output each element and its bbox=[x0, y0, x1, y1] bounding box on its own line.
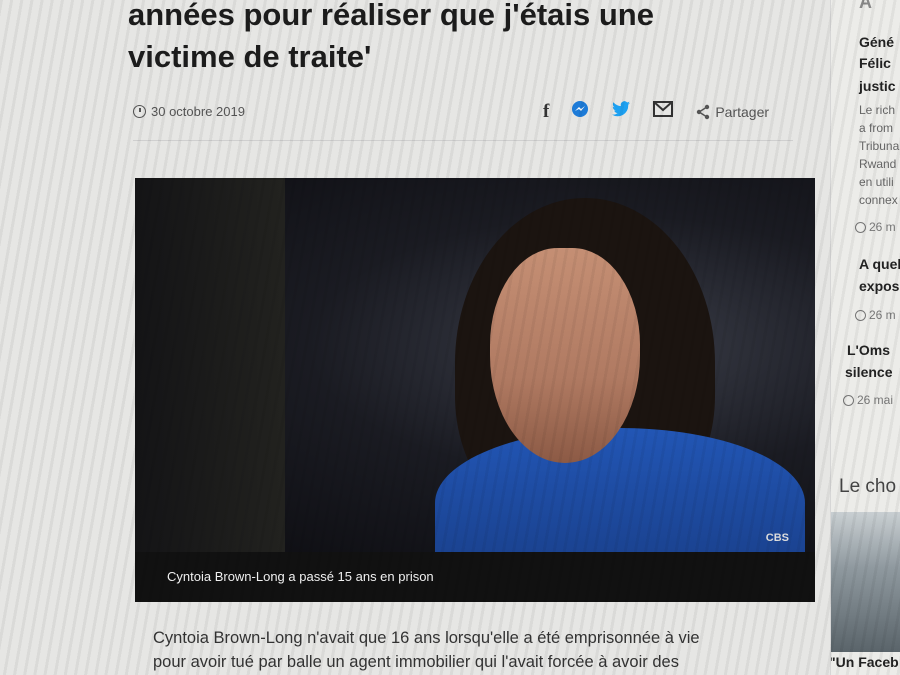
story2-time: 26 m bbox=[855, 308, 896, 322]
article-body: Cyntoia Brown-Long n'avait que 16 ans lo… bbox=[153, 626, 753, 674]
story1-snippet: en utili bbox=[859, 175, 894, 189]
share-label: Partager bbox=[715, 104, 770, 120]
story2-line1: A quel bbox=[859, 256, 900, 272]
article-meta: 30 octobre 2019 f Partager bbox=[133, 100, 813, 136]
story1-line2: Félic bbox=[859, 55, 891, 71]
clock-icon bbox=[133, 105, 146, 118]
clock-icon bbox=[855, 221, 866, 233]
story1-snippet: connex bbox=[859, 193, 898, 207]
facebook-icon[interactable]: f bbox=[543, 101, 549, 123]
share-button[interactable]: Partager bbox=[695, 104, 769, 120]
image-credit: CBS bbox=[765, 532, 789, 544]
article-main: années pour réaliser que j'étais une vic… bbox=[0, 0, 830, 675]
story1-snippet: Rwand bbox=[859, 157, 897, 171]
image-caption: Cyntoia Brown-Long a passé 15 ans en pri… bbox=[135, 552, 815, 602]
twitter-icon[interactable] bbox=[611, 100, 631, 124]
sidebar-thumb-title[interactable]: "Un Faceb bbox=[831, 654, 899, 670]
story3-line1: L'Oms bbox=[847, 342, 891, 358]
story1-line3: justic bbox=[859, 78, 896, 94]
clock-icon bbox=[855, 309, 866, 321]
sidebar-section-title: Le cho bbox=[839, 476, 897, 497]
story1-line1: Géné bbox=[859, 34, 895, 50]
story1-snippet: Tribuna bbox=[859, 139, 900, 153]
story3-line2: silence bbox=[845, 364, 893, 380]
article-figure: CBS Cyntoia Brown-Long a passé 15 ans en… bbox=[135, 178, 815, 602]
share-icon bbox=[697, 104, 710, 120]
story1-time: 26 m bbox=[855, 220, 896, 234]
headline-line-2: victime de traite' bbox=[128, 39, 372, 74]
messenger-icon[interactable] bbox=[571, 100, 589, 124]
meta-divider bbox=[133, 140, 793, 141]
story3-time: 26 mai bbox=[843, 393, 893, 407]
story1-snippet: a from bbox=[859, 121, 894, 135]
email-icon[interactable] bbox=[653, 101, 674, 123]
sidebar-thumbnail[interactable] bbox=[831, 512, 900, 652]
headline-line-1: années pour réaliser que j'étais une bbox=[128, 0, 654, 32]
share-bar: f Partager bbox=[543, 100, 769, 124]
body-line-2: pour avoir tué par balle un agent immobi… bbox=[153, 653, 679, 671]
sidebar-top-partial: A bbox=[859, 0, 872, 12]
publish-date: 30 octobre 2019 bbox=[133, 104, 245, 119]
article-photo: CBS bbox=[135, 178, 815, 552]
story2-line2: expose bbox=[859, 278, 900, 294]
clock-icon bbox=[843, 394, 854, 406]
sidebar-related: A Géné Félic justic Le rich a from Tribu… bbox=[830, 0, 900, 675]
body-line-1: Cyntoia Brown-Long n'avait que 16 ans lo… bbox=[153, 629, 700, 647]
article-headline: années pour réaliser que j'étais une vic… bbox=[128, 0, 808, 78]
date-text: 30 octobre 2019 bbox=[151, 104, 245, 119]
story1-snippet: Le rich bbox=[859, 103, 896, 117]
